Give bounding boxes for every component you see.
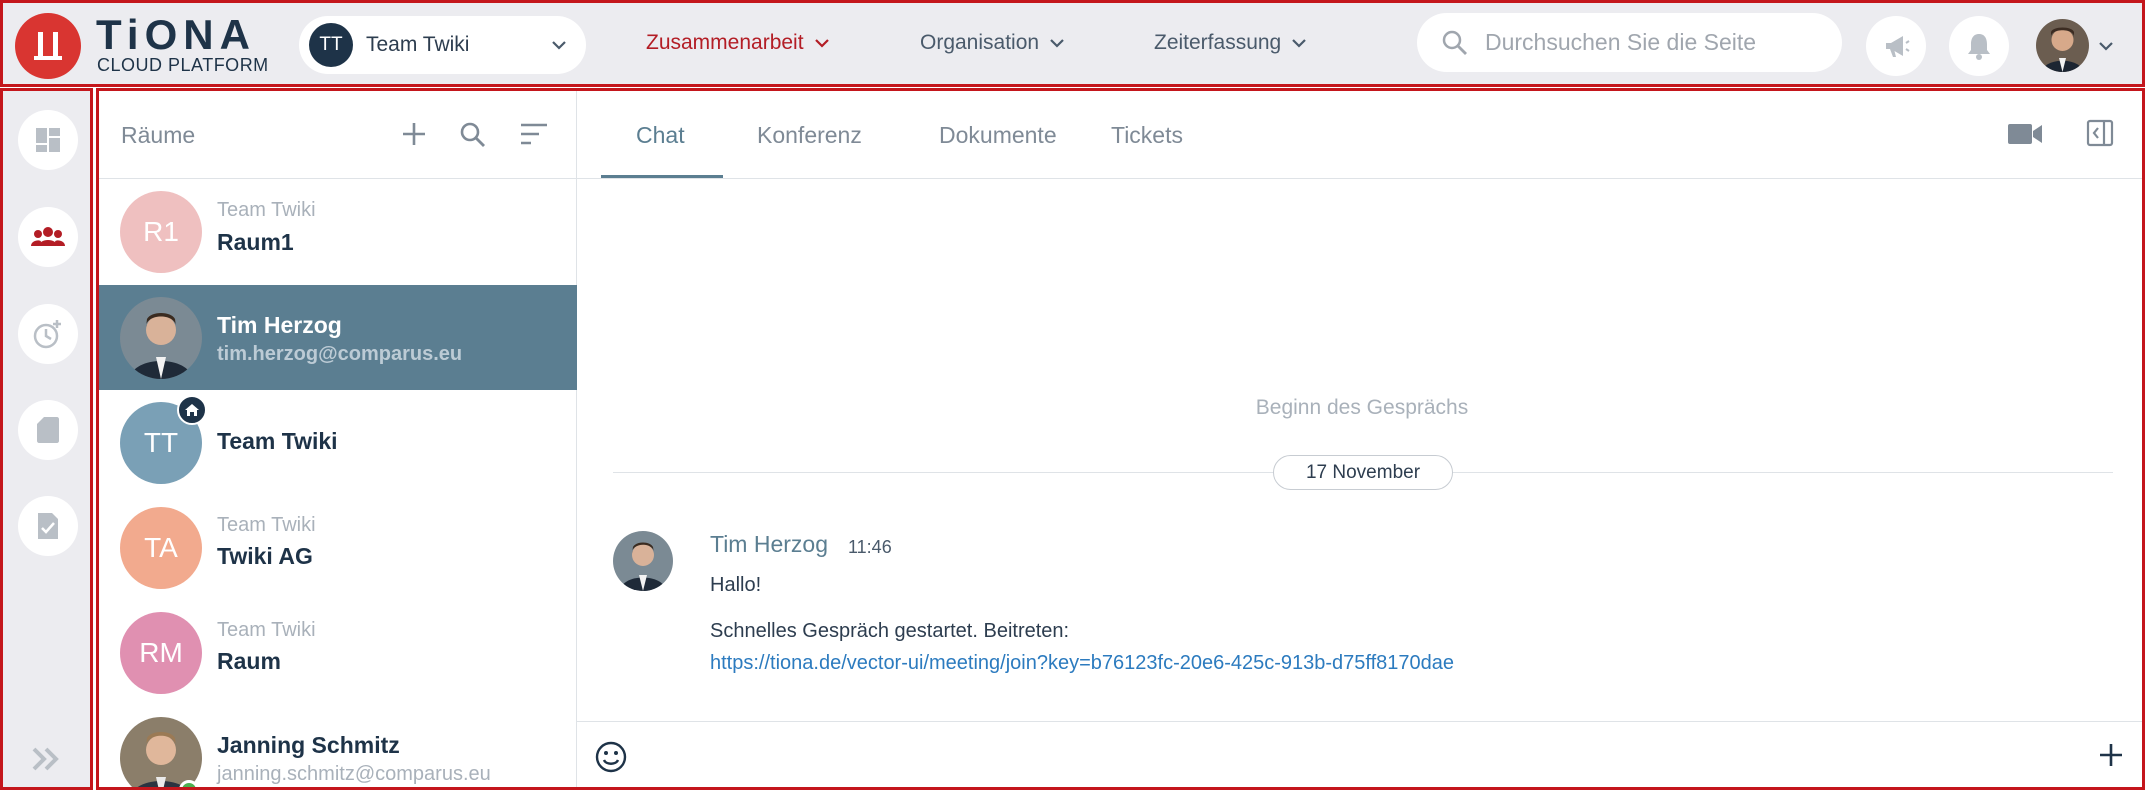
avatar[interactable] — [613, 531, 673, 591]
room-name: Team Twiki — [217, 428, 338, 454]
room-item-raum[interactable]: RM Team Twiki Raum — [99, 600, 577, 705]
megaphone-icon — [1886, 36, 1910, 57]
toggle-sidebar-icon[interactable] — [2086, 119, 2114, 147]
home-icon — [177, 395, 207, 425]
rail-time-tracking[interactable] — [18, 304, 78, 364]
room-item-janning-schmitz[interactable]: Janning Schmitz janning.schmitz@comparus… — [99, 705, 577, 787]
nav-label: Zusammenarbeit — [646, 31, 804, 54]
top-header: TiONA CLOUD PLATFORM TT Team Twiki Zusam… — [0, 0, 2145, 87]
video-call-icon[interactable] — [2006, 121, 2044, 147]
message-text: Schnelles Gespräch gestartet. Beitreten: — [710, 620, 1070, 642]
chevron-down-icon — [1050, 39, 1064, 48]
room-team: Team Twiki — [217, 619, 316, 641]
room-avatar: TA — [120, 507, 202, 589]
date-badge: 17 November — [1273, 455, 1453, 490]
chevron-down-icon — [814, 39, 829, 48]
message-composer[interactable] — [577, 721, 2142, 787]
profile-avatar[interactable] — [2036, 19, 2089, 72]
rail-tasks[interactable] — [18, 496, 78, 556]
nav-organisation[interactable]: Organisation — [920, 31, 1066, 55]
message-timestamp: 11:46 — [848, 537, 892, 557]
room-name: Janning Schmitz — [217, 732, 400, 758]
room-email: janning.schmitz@comparus.eu — [217, 763, 491, 785]
rail-documents[interactable] — [18, 400, 78, 460]
add-room-icon[interactable] — [401, 121, 427, 147]
search-input[interactable]: Durchsuchen Sie die Seite — [1485, 29, 1756, 56]
tiona-logo-icon[interactable] — [15, 13, 81, 79]
rail-collaboration[interactable] — [18, 207, 78, 267]
search-bar[interactable]: Durchsuchen Sie die Seite — [1417, 13, 1842, 72]
rooms-header: Räume — [99, 91, 577, 179]
room-avatar: RM — [120, 612, 202, 694]
add-attachment-icon[interactable] — [2098, 742, 2124, 768]
online-status-indicator — [179, 780, 199, 787]
team-selector[interactable]: TT Team Twiki — [299, 16, 586, 74]
search-icon — [1442, 30, 1467, 55]
room-avatar: R1 — [120, 191, 202, 273]
nav-label: Organisation — [920, 31, 1040, 54]
room-name: Tim Herzog — [217, 312, 342, 338]
chat-pane: Chat Konferenz Dokumente Tickets Beginn … — [577, 91, 2142, 787]
team-avatar: TT — [309, 23, 353, 67]
time-tracking-icon — [33, 320, 61, 349]
left-rail — [0, 88, 93, 790]
tab-konferenz[interactable]: Konferenz — [757, 122, 862, 149]
task-check-icon — [38, 513, 58, 539]
dashboard-icon — [36, 128, 60, 152]
room-item-tim-herzog[interactable]: Tim Herzog tim.herzog@comparus.eu — [99, 285, 577, 390]
bell-icon — [1968, 34, 1990, 60]
avatar — [120, 297, 202, 379]
room-item-team-twiki[interactable]: TT Team Twiki — [99, 390, 577, 495]
chevron-down-icon — [1292, 39, 1307, 48]
message-author[interactable]: Tim Herzog — [710, 531, 828, 558]
meeting-link[interactable]: https://tiona.de/vector-ui/meeting/join?… — [710, 652, 1454, 675]
document-icon — [37, 417, 59, 443]
main-area: Räume R1 Team Twiki Raum1 Tim Herzog tim… — [96, 88, 2145, 790]
brand-subtitle: CLOUD PLATFORM — [97, 55, 269, 75]
nav-label: Zeiterfassung — [1154, 31, 1282, 54]
chevron-down-icon[interactable] — [2097, 37, 2115, 55]
chat-tabs: Chat Konferenz Dokumente Tickets — [577, 91, 2142, 179]
rooms-title: Räume — [121, 122, 196, 148]
rail-dashboard[interactable] — [18, 110, 78, 170]
room-item-raum1[interactable]: R1 Team Twiki Raum1 — [99, 179, 577, 284]
room-name: Raum1 — [217, 229, 294, 255]
brand-name: TiONA — [96, 11, 256, 58]
conversation-start-label: Beginn des Gesprächs — [1255, 396, 1469, 419]
room-name: Twiki AG — [217, 543, 313, 569]
team-icon — [31, 227, 65, 246]
chevron-down-icon — [552, 41, 566, 50]
search-icon[interactable] — [459, 121, 487, 149]
tab-dokumente[interactable]: Dokumente — [939, 122, 1057, 149]
active-tab-indicator — [601, 175, 723, 178]
emoji-icon[interactable] — [594, 740, 628, 774]
room-team: Team Twiki — [217, 199, 316, 221]
nav-zusammenarbeit[interactable]: Zusammenarbeit — [646, 31, 831, 55]
room-item-twiki-ag[interactable]: TA Team Twiki Twiki AG — [99, 495, 577, 600]
announcements-button[interactable] — [1866, 16, 1926, 76]
notifications-button[interactable] — [1949, 16, 2009, 76]
tab-tickets[interactable]: Tickets — [1111, 122, 1183, 149]
nav-zeiterfassung[interactable]: Zeiterfassung — [1154, 31, 1308, 55]
room-name: Raum — [217, 648, 281, 674]
team-name: Team Twiki — [366, 33, 470, 56]
rooms-panel: Räume R1 Team Twiki Raum1 Tim Herzog tim… — [99, 91, 577, 787]
message-text: Hallo! — [710, 574, 762, 596]
room-team: Team Twiki — [217, 514, 316, 536]
sort-icon[interactable] — [519, 121, 549, 147]
tab-chat[interactable]: Chat — [636, 122, 685, 149]
expand-icon[interactable] — [31, 746, 61, 772]
room-email: tim.herzog@comparus.eu — [217, 343, 463, 365]
